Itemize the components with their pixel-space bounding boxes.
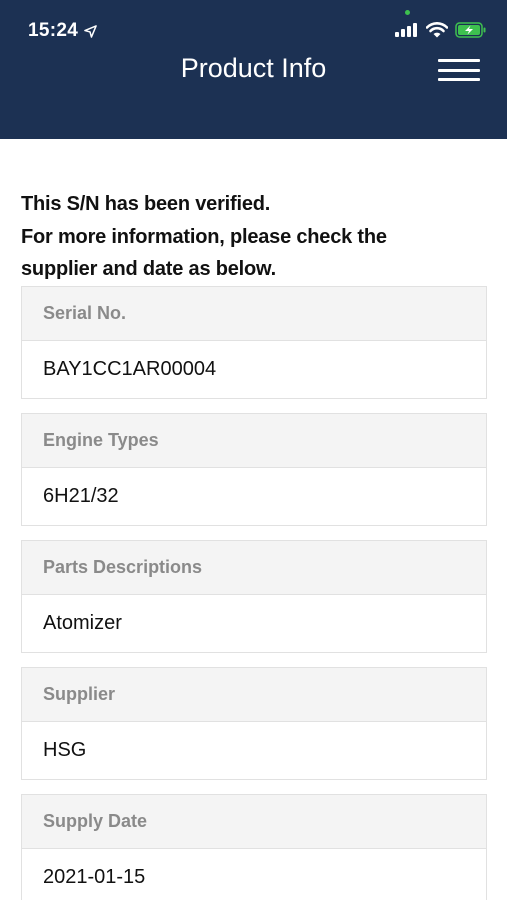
verification-message: This S/N has been verified. For more inf… — [21, 188, 486, 286]
field-value: 6H21/32 — [22, 467, 486, 525]
supply-date-card: Supply Date 2021-01-15 — [21, 793, 487, 900]
main-content: This S/N has been verified. For more inf… — [0, 188, 507, 900]
status-icons — [395, 22, 487, 38]
signal-icon — [395, 23, 417, 37]
field-label: Parts Descriptions — [22, 540, 486, 595]
app-header: 15:24 Product Info — [0, 0, 507, 139]
engine-types-card: Engine Types 6H21/32 — [21, 412, 487, 526]
supplier-card: Supplier HSG — [21, 666, 487, 780]
field-value: BAY1CC1AR00004 — [22, 340, 486, 398]
field-value: 2021-01-15 — [22, 848, 486, 900]
status-time-text: 15:24 — [28, 20, 79, 41]
field-value: HSG — [22, 721, 486, 779]
field-value: Atomizer — [22, 594, 486, 652]
battery-charging-icon — [455, 22, 486, 38]
field-label: Supply Date — [22, 794, 486, 849]
message-line-2: For more information, please check the — [21, 225, 387, 248]
field-label: Supplier — [22, 667, 486, 722]
message-line-3: supplier and date as below. — [21, 258, 277, 280]
location-arrow-icon — [84, 24, 97, 38]
parts-descriptions-card: Parts Descriptions Atomizer — [21, 539, 487, 653]
message-line-1: This S/N has been verified. — [21, 193, 271, 215]
status-time: 15:24 — [28, 20, 97, 42]
privacy-indicator-dot — [405, 10, 410, 15]
serial-number-card: Serial No. BAY1CC1AR00004 — [21, 285, 487, 399]
hamburger-menu-icon[interactable] — [436, 55, 482, 85]
field-label: Engine Types — [22, 413, 486, 468]
wifi-icon — [426, 22, 448, 38]
field-label: Serial No. — [22, 286, 486, 341]
page-title: Product Info — [180, 53, 327, 83]
